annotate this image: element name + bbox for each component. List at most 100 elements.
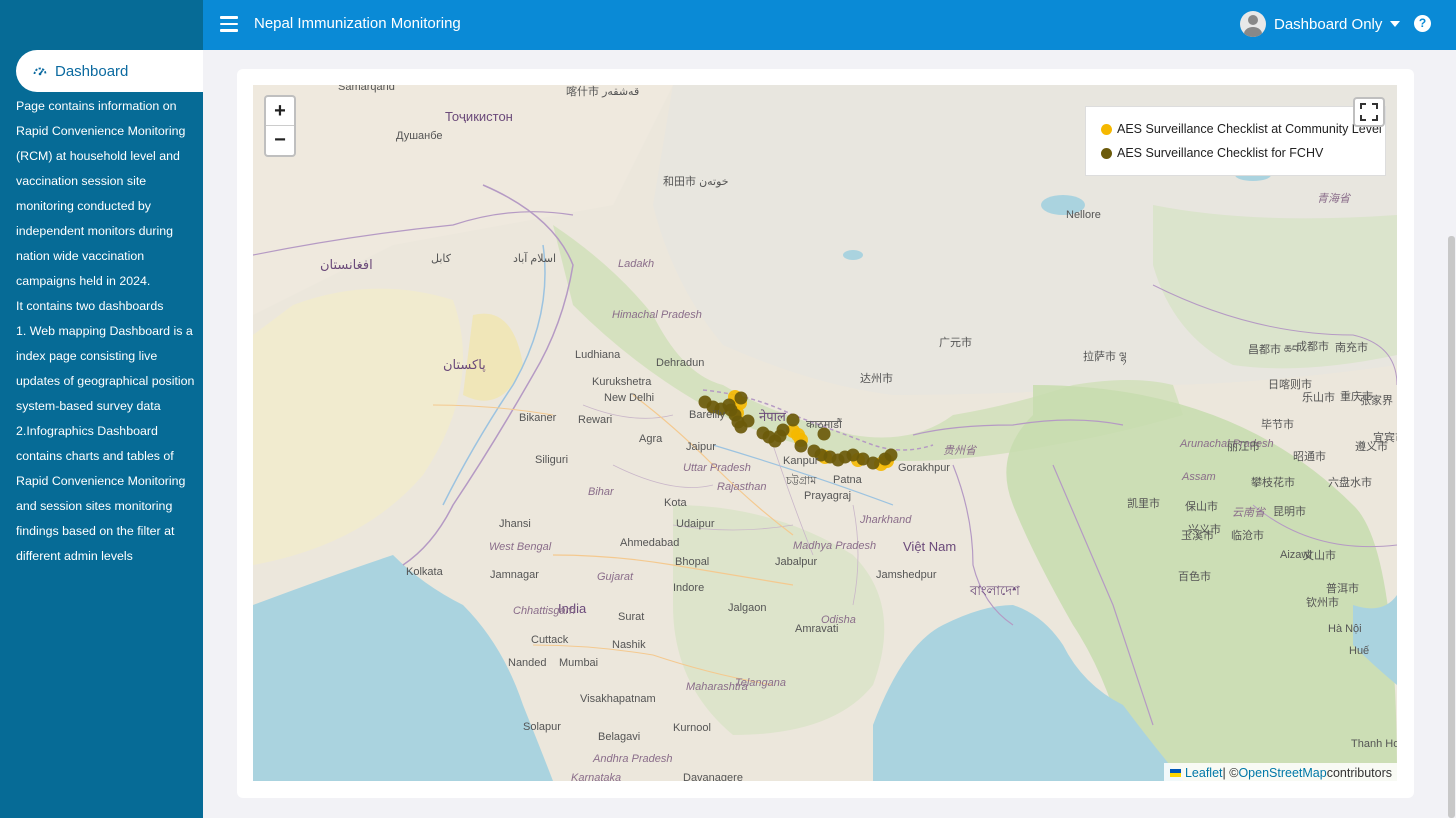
map-place-label: Prayagraj (804, 490, 852, 502)
fchv-marker[interactable] (734, 391, 748, 405)
user-label: Dashboard Only (1274, 15, 1383, 33)
map-place-label: New Delhi (604, 392, 655, 404)
scrollbar-thumb[interactable] (1448, 236, 1455, 818)
fchv-marker[interactable] (884, 448, 898, 462)
menu-toggle-icon[interactable] (220, 16, 238, 32)
map-place-label: 保山市 (1185, 501, 1218, 513)
map-place-label: Siliguri (535, 454, 569, 466)
fchv-marker[interactable] (794, 439, 808, 453)
sidebar-description-line: 1. Web mapping Dashboard is a (16, 324, 193, 338)
sidebar-description-line: updates of geographical position (16, 374, 195, 388)
fchv-marker[interactable] (786, 413, 800, 427)
map-place-label: Davanagere (683, 772, 743, 781)
map-place-label: 和田市 خوتەن (663, 176, 729, 188)
ukraine-flag-icon (1169, 769, 1181, 777)
map-place-label: 南充市 (1335, 342, 1368, 354)
map-place-label: 昌都市 ཆབ (1248, 344, 1299, 356)
map-place-label: Huế (1349, 645, 1370, 657)
map-place-label: Nellore (1066, 209, 1101, 221)
map-place-label: Bhopal (675, 556, 710, 568)
map-place-label: Udaipur (676, 518, 715, 530)
sidebar-description-line: monitoring conducted by (16, 199, 152, 213)
map-place-label: Kurnool (673, 722, 711, 734)
legend-swatch-icon (1101, 123, 1112, 135)
map-place-label: Bikaner (519, 412, 557, 424)
map-place-label: Andhra Pradesh (593, 753, 673, 765)
sidebar-description-line: Rapid Convenience Monitoring (16, 474, 186, 488)
map-place-label: Patna (833, 474, 862, 486)
sidebar-description-line: system-based survey data (16, 399, 161, 413)
map-place-label: 成都市 (1296, 341, 1329, 353)
user-menu[interactable]: Dashboard Only (1240, 11, 1401, 37)
map-place-label: Bihar (588, 486, 614, 498)
map-legend: AES Surveillance Checklist at Community … (1085, 106, 1386, 176)
map-view[interactable]: Samarqand 喀什市 قەشقەر Тоҷикистон Душанбе 和田市 … (253, 85, 1397, 781)
map-place-label: Jharkhand (860, 514, 912, 526)
sidebar-description-line: vaccination session site (16, 174, 147, 188)
map-place-label: Dehradun (656, 357, 705, 369)
leaflet-link[interactable]: Leaflet (1185, 766, 1223, 780)
map-place-label: Indore (673, 582, 705, 594)
sidebar-description-line: different admin levels (16, 549, 133, 563)
sidebar-description-line: 2.Infographics Dashboard (16, 424, 158, 438)
zoom-in-button[interactable]: + (266, 97, 294, 126)
map-place-label: Тоҷикистон (445, 109, 513, 124)
map-place-label: Jhansi (499, 518, 531, 530)
map-place-label: 遵义市 (1355, 441, 1388, 453)
legend-item: AES Surveillance Checklist for FCHV (1101, 141, 1370, 165)
sidebar-description-line: (RCM) at household level and (16, 149, 180, 163)
map-place-label: افغانستان (320, 257, 373, 272)
fullscreen-icon (1360, 103, 1378, 121)
map-place-label: Kota (664, 497, 687, 509)
sidebar-description: Page contains information on Rapid Conven… (16, 94, 200, 569)
map-place-label: 喀什市 قەشقەر (566, 86, 640, 98)
map-place-label: Rajasthan (717, 481, 767, 493)
map-place-label: Bareilly (689, 409, 726, 421)
sidebar-description-line: nation wide vaccination (16, 249, 145, 263)
sidebar-item-dashboard[interactable]: Dashboard (16, 50, 203, 92)
map-place-label: Odisha (821, 614, 856, 626)
map-place-label: Thanh Hoá (1351, 738, 1397, 750)
map-place-label: काठमाडौं (806, 419, 842, 431)
fullscreen-button[interactable] (1353, 97, 1385, 127)
map-place-label: नेपाल (759, 409, 786, 424)
map-place-label: Gujarat (597, 571, 634, 583)
map-place-label: Karnataka (571, 772, 622, 781)
sidebar-description-line: Page contains information on (16, 99, 177, 113)
sidebar-description-line: Rapid Convenience Monitoring (16, 124, 186, 138)
map-place-label: Jalgaon (728, 602, 767, 614)
map-attribution: Leaflet | © OpenStreetMap contributors (1163, 763, 1397, 781)
map-place-label: 云南省 (1232, 507, 1265, 519)
map-place-label: کابل (431, 253, 451, 265)
help-icon[interactable]: ? (1414, 15, 1431, 32)
sidebar-description-line: findings based on the filter at (16, 524, 175, 538)
legend-label: AES Surveillance Checklist for FCHV (1117, 146, 1324, 160)
map-place-label: 乐山市 (1302, 392, 1335, 404)
map-place-label: 丽江市 (1227, 441, 1260, 453)
map-place-label: اسلام آباد (513, 253, 557, 265)
zoom-out-button[interactable]: − (266, 126, 294, 155)
legend-label: AES Surveillance Checklist at Community … (1117, 122, 1382, 136)
map-place-label: Kolkata (406, 566, 443, 578)
map-place-label: Kurukshetra (592, 376, 652, 388)
map-place-label: Nashik (612, 639, 646, 651)
sidebar-description-line: It contains two dashboards (16, 299, 164, 313)
map-place-label: Assam (1182, 471, 1216, 483)
map-place-label: Solapur (523, 721, 561, 733)
map-base (253, 85, 1397, 781)
map-place-label: 百色市 (1178, 571, 1211, 583)
map-place-label: 达州市 (860, 373, 893, 385)
map-place-label: پاکستان (443, 357, 486, 372)
map-place-label: Samarqand (338, 85, 395, 93)
map-place-label: 文山市 (1303, 550, 1336, 562)
fchv-marker[interactable] (776, 423, 790, 437)
avatar (1240, 11, 1266, 37)
osm-link[interactable]: OpenStreetMap (1238, 766, 1326, 780)
fchv-marker[interactable] (866, 456, 880, 470)
map-place-label: Jabalpur (775, 556, 818, 568)
map-place-label: Agra (639, 433, 663, 445)
fchv-marker[interactable] (741, 414, 755, 428)
map-place-label: Surat (618, 611, 645, 623)
map-place-label: Hà Nội (1328, 623, 1362, 635)
sidebar-description-line: contains charts and tables of (16, 449, 174, 463)
